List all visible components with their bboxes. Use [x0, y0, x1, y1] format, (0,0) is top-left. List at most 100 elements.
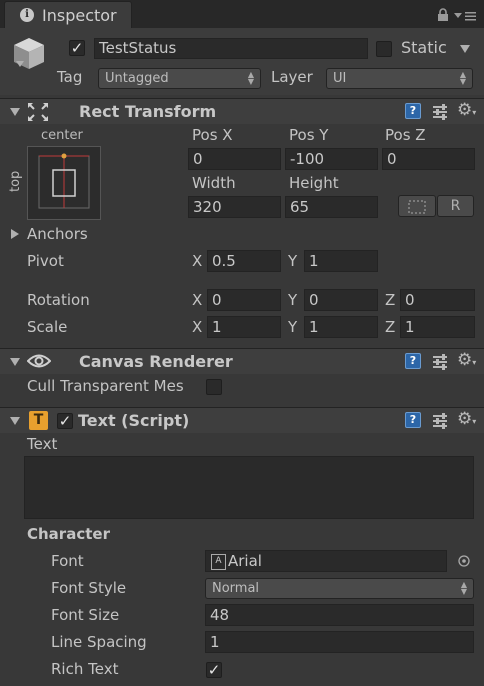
- layer-label: Layer: [271, 68, 313, 86]
- blueprint-mode-button[interactable]: [398, 195, 436, 217]
- foldout-arrow-icon[interactable]: [10, 108, 20, 116]
- line-spacing-label: Line Spacing: [51, 633, 147, 651]
- tag-dropdown[interactable]: Untagged ▲ ▼: [98, 68, 261, 89]
- scale-y-field[interactable]: 1: [304, 316, 378, 338]
- tab-label: Inspector: [42, 6, 117, 25]
- pivot-x-field[interactable]: 0.5: [207, 250, 281, 272]
- preset-icon[interactable]: [431, 103, 449, 121]
- font-label: Font: [51, 552, 84, 570]
- pos-y-field[interactable]: -100: [285, 148, 378, 170]
- pos-y-label: Pos Y: [289, 126, 329, 144]
- object-picker-icon[interactable]: [458, 555, 470, 567]
- text-component-icon: T: [29, 411, 48, 430]
- scale-z-field[interactable]: 1: [400, 316, 475, 338]
- text-enabled-checkbox[interactable]: ✓: [57, 413, 73, 429]
- canvas-renderer-title: Canvas Renderer: [79, 352, 233, 371]
- foldout-arrow-icon[interactable]: [10, 417, 20, 425]
- static-label: Static: [401, 38, 447, 57]
- text-script-title: Text (Script): [78, 411, 190, 430]
- rotation-z-field[interactable]: 0: [400, 289, 475, 311]
- preset-icon[interactable]: [431, 353, 449, 371]
- cull-transparent-label: Cull Transparent Mes: [27, 377, 184, 395]
- font-style-value: Normal: [212, 581, 260, 596]
- font-asset-icon: A: [211, 554, 226, 570]
- line-spacing-field[interactable]: 1: [205, 631, 474, 653]
- checkmark-icon: ✓: [70, 39, 84, 57]
- scale-y-label: Y: [288, 318, 298, 336]
- rect-transform-header[interactable]: Rect Transform ? ⚙▾: [0, 98, 484, 124]
- static-dropdown-arrow[interactable]: [460, 45, 470, 53]
- cull-transparent-label-wrap: Cull Transparent Mes: [27, 377, 201, 395]
- font-size-label: Font Size: [51, 606, 120, 624]
- height-field[interactable]: 65: [285, 196, 378, 218]
- width-label: Width: [192, 174, 236, 192]
- font-style-dropdown[interactable]: Normal ▲ ▼: [205, 578, 474, 599]
- anchor-horizontal-label: center: [41, 128, 83, 143]
- active-checkbox[interactable]: ✓: [69, 40, 85, 56]
- raw-edit-button[interactable]: R: [437, 195, 474, 217]
- layer-dropdown[interactable]: UI ▲ ▼: [326, 68, 473, 89]
- anchors-foldout-icon[interactable]: [11, 229, 19, 239]
- tag-value: Untagged: [105, 71, 169, 86]
- font-size-field[interactable]: 48: [205, 604, 474, 626]
- scale-x-label: X: [192, 318, 203, 336]
- character-section-label: Character: [27, 525, 110, 543]
- help-icon[interactable]: ?: [405, 412, 421, 428]
- rect-transform-icon: [28, 103, 48, 121]
- gear-icon[interactable]: ⚙▾: [457, 409, 476, 429]
- checkmark-icon: ✓: [58, 412, 72, 430]
- rich-text-checkbox[interactable]: ✓: [206, 662, 222, 678]
- anchor-presets-button[interactable]: [27, 146, 101, 220]
- text-script-header[interactable]: T ✓ Text (Script) ? ⚙▾: [0, 407, 484, 433]
- anchor-vertical-label: top: [8, 170, 23, 192]
- rotation-y-label: Y: [288, 291, 298, 309]
- lock-icon[interactable]: [437, 8, 449, 22]
- pos-z-label: Pos Z: [385, 126, 426, 144]
- pos-z-field[interactable]: 0: [382, 148, 475, 170]
- layer-value: UI: [333, 71, 347, 86]
- pivot-y-label: Y: [288, 252, 298, 270]
- foldout-arrow-icon[interactable]: [10, 358, 20, 366]
- rotation-x-label: X: [192, 291, 203, 309]
- gear-icon[interactable]: ⚙▾: [457, 100, 476, 120]
- tab-bar: i Inspector: [0, 0, 484, 28]
- rotation-x-field[interactable]: 0: [207, 289, 281, 311]
- preset-icon[interactable]: [431, 412, 449, 430]
- tab-inspector[interactable]: i Inspector: [4, 1, 132, 28]
- pivot-y-field[interactable]: 1: [304, 250, 378, 272]
- font-field[interactable]: A Arial: [205, 550, 447, 572]
- anchors-label[interactable]: Anchors: [27, 225, 88, 243]
- font-value: Arial: [228, 552, 262, 570]
- height-label: Height: [289, 174, 339, 192]
- pos-x-field[interactable]: 0: [188, 148, 281, 170]
- info-icon: i: [20, 8, 34, 22]
- rect-transform-title: Rect Transform: [79, 102, 217, 121]
- font-style-label: Font Style: [51, 579, 127, 597]
- menu-icon[interactable]: [454, 10, 478, 22]
- gear-icon[interactable]: ⚙▾: [457, 350, 476, 370]
- scale-z-label: Z: [385, 318, 396, 336]
- help-icon[interactable]: ?: [405, 103, 421, 119]
- name-field[interactable]: TestStatus: [94, 38, 368, 59]
- static-checkbox[interactable]: [376, 41, 392, 57]
- text-area[interactable]: [24, 456, 474, 519]
- icon-dropdown-arrow[interactable]: [16, 61, 24, 67]
- rotation-y-field[interactable]: 0: [304, 289, 378, 311]
- scale-x-field[interactable]: 1: [207, 316, 281, 338]
- rich-text-label: Rich Text: [51, 660, 119, 678]
- rotation-z-label: Z: [385, 291, 396, 309]
- text-label: Text: [27, 435, 58, 453]
- blueprint-icon: [408, 200, 426, 214]
- tag-label: Tag: [57, 68, 83, 86]
- width-field[interactable]: 320: [188, 196, 281, 218]
- cull-transparent-checkbox[interactable]: [206, 379, 222, 395]
- pos-x-label: Pos X: [192, 126, 233, 144]
- gameobject-header: ✓ TestStatus Static Tag Untagged ▲ ▼ Laye…: [0, 28, 484, 95]
- checkmark-icon: ✓: [207, 661, 221, 679]
- eye-icon: [27, 354, 51, 368]
- pivot-label: Pivot: [27, 252, 64, 270]
- canvas-renderer-header[interactable]: Canvas Renderer ? ⚙▾: [0, 348, 484, 374]
- pivot-x-label: X: [192, 252, 203, 270]
- help-icon[interactable]: ?: [405, 353, 421, 369]
- rotation-label: Rotation: [27, 291, 90, 309]
